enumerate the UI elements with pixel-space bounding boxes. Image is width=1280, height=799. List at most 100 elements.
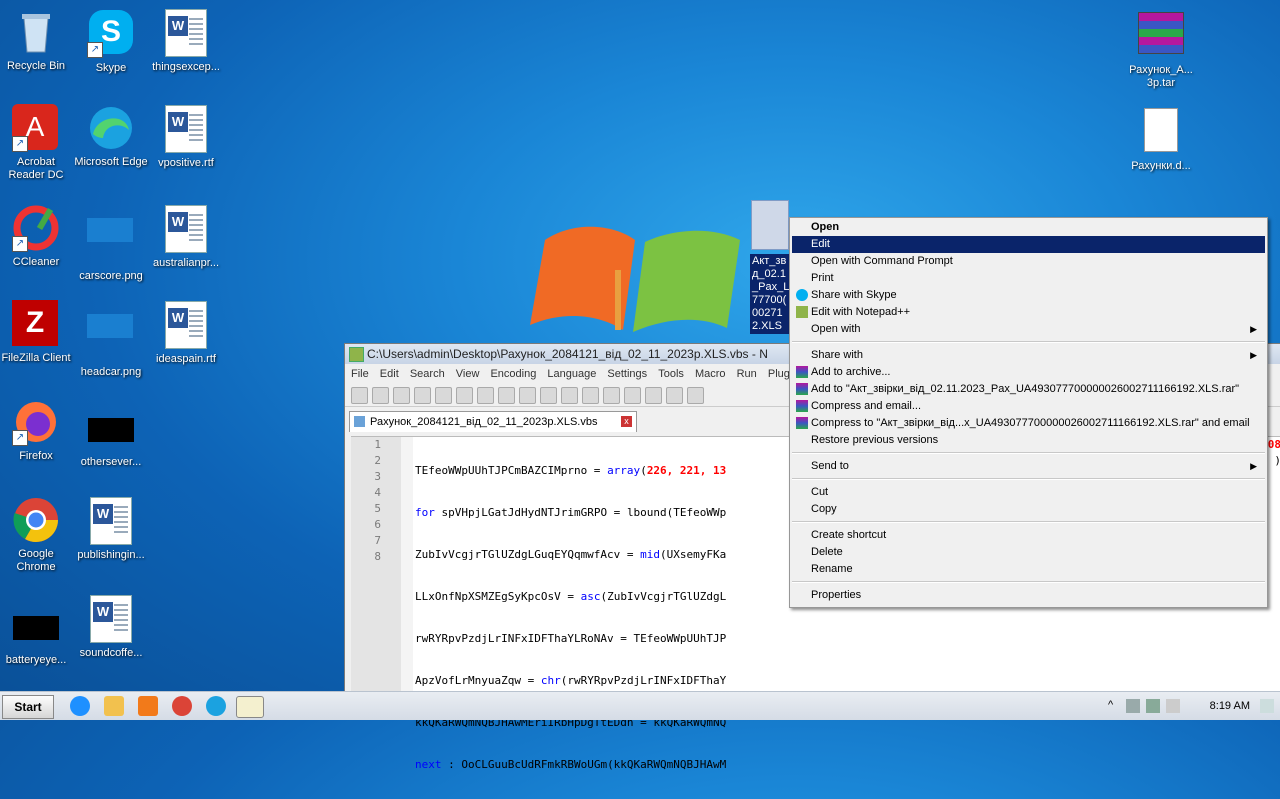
menu-separator	[792, 521, 1265, 523]
chevron-up-icon[interactable]: ^	[1108, 699, 1122, 713]
menu-item-create-shortcut[interactable]: Create shortcut	[792, 527, 1265, 544]
clipped-code-number: 08	[1267, 438, 1280, 451]
undo-icon[interactable]	[561, 386, 578, 404]
menu-item-properties[interactable]: Properties	[792, 587, 1265, 604]
print-icon[interactable]	[477, 386, 494, 404]
desktop-icon-label: batteryeye...	[5, 654, 67, 666]
desktop-icon-recycle-bin[interactable]: Recycle Bin	[0, 8, 75, 73]
menu-item-open[interactable]: Open	[792, 219, 1265, 236]
word-document-icon: W	[162, 105, 210, 153]
winrar-icon	[796, 383, 808, 395]
image-file-icon	[87, 314, 135, 362]
menu-item-rename[interactable]: Rename	[792, 561, 1265, 578]
speaker-icon[interactable]	[1126, 699, 1140, 713]
menu-item-copy[interactable]: Copy	[792, 501, 1265, 518]
desktop-icon-australianpr[interactable]: W australianpr...	[147, 204, 225, 270]
menu-tools[interactable]: Tools	[658, 368, 684, 380]
explorer-folder-icon[interactable]	[104, 696, 124, 716]
menu-item-edit-notepadpp[interactable]: Edit with Notepad++	[792, 304, 1265, 321]
redo-icon[interactable]	[582, 386, 599, 404]
zoom-in-icon[interactable]	[645, 386, 662, 404]
acrobat-icon: A ↗	[12, 104, 60, 152]
desktop-icon-edge[interactable]: Microsoft Edge	[72, 104, 150, 169]
edge-icon[interactable]	[206, 696, 226, 716]
blank-file-icon	[1137, 108, 1185, 156]
replace-icon[interactable]	[624, 386, 641, 404]
desktop-icon-filezilla[interactable]: Z FileZilla Client	[0, 300, 75, 365]
ie-icon[interactable]	[70, 696, 90, 716]
desktop-icon-soundcoffee[interactable]: W soundcoffe...	[72, 594, 150, 660]
cut-icon[interactable]	[498, 386, 515, 404]
desktop-icon-batteryeye[interactable]: batteryeye...	[0, 604, 75, 667]
menu-edit[interactable]: Edit	[380, 368, 399, 380]
save-icon[interactable]	[393, 386, 410, 404]
menu-item-add-to-archive[interactable]: Add to archive...	[792, 364, 1265, 381]
find-icon[interactable]	[603, 386, 620, 404]
tab-label: Рахунок_2084121_від_02_11_2023р.XLS.vbs	[370, 416, 598, 428]
desktop-icon-rahunok-tar[interactable]: Рахунок_А... 3р.tar	[1122, 8, 1200, 90]
desktop-icon-headcar[interactable]: headcar.png	[72, 300, 150, 379]
desktop-icon-vpositive[interactable]: W vpositive.rtf	[147, 104, 225, 170]
desktop-icon-label: Microsoft Edge	[74, 156, 148, 168]
menu-item-edit[interactable]: Edit	[792, 236, 1265, 253]
notepadpp-taskbar-button[interactable]	[236, 696, 264, 718]
menu-item-restore-previous[interactable]: Restore previous versions	[792, 432, 1265, 449]
word-document-icon: W	[162, 205, 210, 253]
show-desktop-icon[interactable]	[1260, 699, 1274, 713]
menu-item-add-to-rar[interactable]: Add to "Акт_звірки_від_02.11.2023_Pax_UA…	[792, 381, 1265, 398]
clock[interactable]: 8:19 AM	[1210, 692, 1250, 720]
desktop-icon-ccleaner[interactable]: ↗ CCleaner	[0, 204, 75, 269]
desktop-icon-rahunky[interactable]: Рахунки.d...	[1122, 106, 1200, 173]
menu-run[interactable]: Run	[737, 368, 757, 380]
menu-item-share-skype[interactable]: Share with Skype	[792, 287, 1265, 304]
menu-item-compress-email[interactable]: Compress and email...	[792, 398, 1265, 415]
desktop-icon-acrobat[interactable]: A ↗ Acrobat Reader DC	[0, 104, 75, 182]
menu-search[interactable]: Search	[410, 368, 445, 380]
menu-item-cut[interactable]: Cut	[792, 484, 1265, 501]
desktop-icon-thingsexcep[interactable]: W thingsexcep...	[147, 8, 225, 74]
save-all-icon[interactable]	[414, 386, 431, 404]
menu-file[interactable]: File	[351, 368, 369, 380]
desktop-icon-label: FileZilla Client	[1, 352, 71, 364]
menu-encoding[interactable]: Encoding	[490, 368, 536, 380]
tab-active-file[interactable]: Рахунок_2084121_від_02_11_2023р.XLS.vbs …	[349, 411, 637, 432]
start-button[interactable]: Start	[2, 695, 54, 719]
menu-view[interactable]: View	[456, 368, 480, 380]
menu-settings[interactable]: Settings	[607, 368, 647, 380]
menu-item-open-command-prompt[interactable]: Open with Command Prompt	[792, 253, 1265, 270]
desktop-icon-skype[interactable]: S ↗ Skype	[72, 8, 150, 75]
menu-item-print[interactable]: Print	[792, 270, 1265, 287]
desktop-icon-publishing[interactable]: W publishingin...	[72, 496, 150, 562]
image-file-icon	[87, 218, 135, 266]
chrome-icon[interactable]	[172, 696, 192, 716]
desktop-icon-ideaspain[interactable]: W ideaspain.rtf	[147, 300, 225, 366]
menu-item-open-with[interactable]: Open with ▶	[792, 321, 1265, 338]
sync-scroll-icon[interactable]	[687, 386, 704, 404]
close-tab-icon[interactable]: x	[621, 416, 632, 427]
copy-icon[interactable]	[519, 386, 536, 404]
paste-icon[interactable]	[540, 386, 557, 404]
desktop-icon-otherserver[interactable]: othersever...	[72, 406, 150, 469]
line-number: 3	[374, 470, 381, 483]
desktop-icon-selected-xls-vbs[interactable]: Акт_зв д_02.1 _Pax_L 77700( 00271 2.XLS	[750, 200, 790, 334]
close-all-icon[interactable]	[456, 386, 473, 404]
system-tray: ^ 8:19 AM	[1100, 692, 1280, 720]
menu-item-share-with[interactable]: Share with ▶	[792, 347, 1265, 364]
desktop-icon-chrome[interactable]: Google Chrome	[0, 496, 75, 574]
open-file-icon[interactable]	[372, 386, 389, 404]
desktop-icon-firefox[interactable]: ↗ Firefox	[0, 398, 75, 463]
line-number: 2	[374, 454, 381, 467]
flag-icon[interactable]	[1166, 699, 1180, 713]
menu-item-delete[interactable]: Delete	[792, 544, 1265, 561]
network-icon[interactable]	[1146, 699, 1160, 713]
new-file-icon[interactable]	[351, 386, 368, 404]
desktop-icon-carscore[interactable]: carscore.png	[72, 204, 150, 283]
close-file-icon[interactable]	[435, 386, 452, 404]
menu-macro[interactable]: Macro	[695, 368, 726, 380]
menu-language[interactable]: Language	[547, 368, 596, 380]
skype-icon	[796, 289, 808, 301]
media-player-icon[interactable]	[138, 696, 158, 716]
menu-item-send-to[interactable]: Send to ▶	[792, 458, 1265, 475]
zoom-out-icon[interactable]	[666, 386, 683, 404]
menu-item-compress-to-rar-email[interactable]: Compress to "Акт_звірки_від...x_UA493077…	[792, 415, 1265, 432]
